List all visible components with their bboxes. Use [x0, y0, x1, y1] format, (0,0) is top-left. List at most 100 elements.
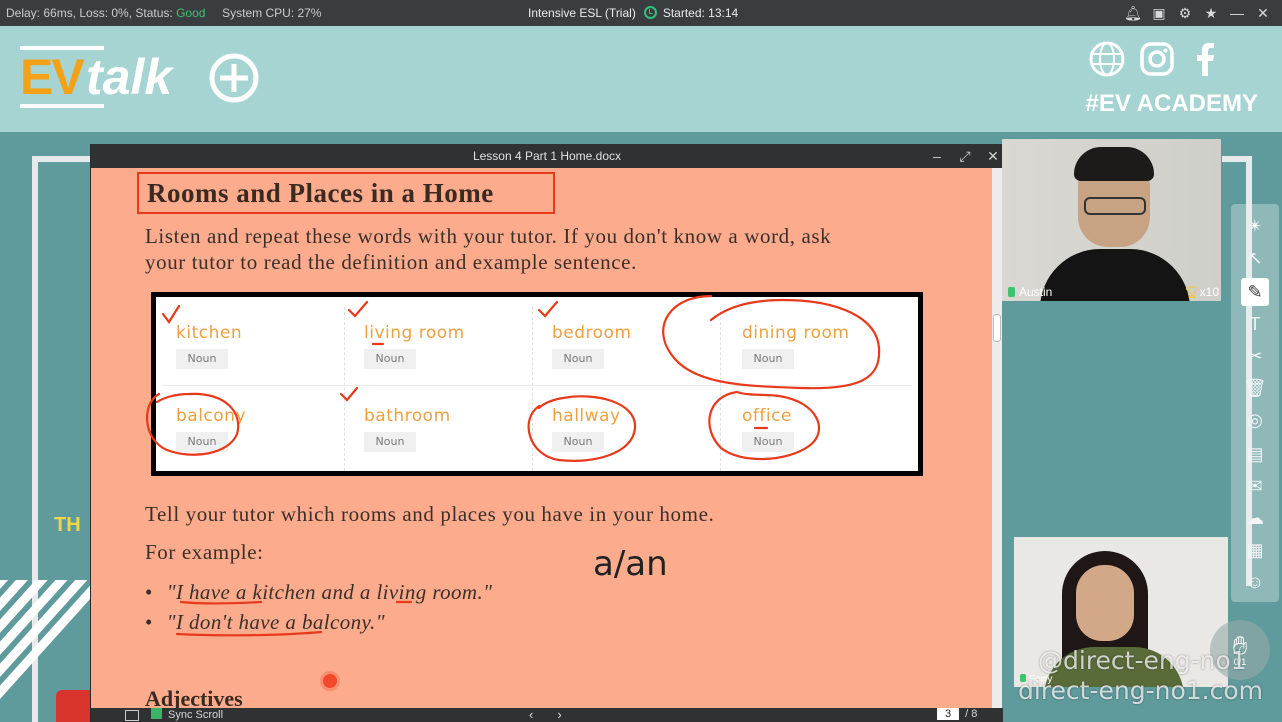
document-footer: Sync Scroll ‹› 3 / 8	[91, 707, 1003, 722]
chat-icon[interactable]: ✉	[1241, 472, 1269, 500]
whiteboard-toolbar: ✴ ↖ ✎ T ✂ 🗑︎ ◎ ▤ ✉ ☁ ▦ ☺	[1231, 204, 1279, 602]
vocab-item: kitchen Noun	[156, 297, 344, 379]
doc-close-icon[interactable]: ✕	[983, 144, 1003, 168]
for-example-label: For example:	[145, 540, 264, 564]
intro-line-1: Listen and repeat these words with your …	[145, 224, 832, 248]
started-time: Started: 13:14	[662, 6, 739, 20]
trophy-icon: 🏆︎	[1184, 285, 1200, 299]
intro-line-2: your tutor to read the definition and ex…	[145, 250, 637, 274]
vocabulary-grid: kitchen Noun living room Noun bedroom Noun …	[156, 297, 918, 471]
document-window[interactable]: Lesson 4 Part 1 Home.docx – ⤢ ✕ Rooms an…	[90, 144, 1003, 722]
trash-icon[interactable]: 🗑︎	[1241, 374, 1269, 402]
vocab-pos: Noun	[364, 349, 416, 369]
example-bullet: • "I have a kitchen and a living room."	[145, 580, 493, 604]
tell-text: Tell your tutor which rooms and places y…	[145, 502, 715, 526]
document-scrollbar[interactable]	[992, 168, 1002, 708]
vocab-item: dining room Noun	[722, 297, 910, 379]
tutor-video[interactable]: Austin 🏆︎x10	[1002, 139, 1221, 301]
vocab-pos: Noun	[742, 349, 794, 369]
www-icon[interactable]	[1088, 40, 1126, 78]
scroll-thumb[interactable]	[993, 314, 1001, 342]
example-sentence: "I don't have a balcony."	[166, 610, 385, 634]
next-page-icon[interactable]: ›	[557, 707, 585, 722]
trophy-badge: 🏆︎x10	[1184, 285, 1219, 299]
class-info: Intensive ESL (Trial) Started: 13:14	[528, 6, 738, 20]
bell-icon[interactable]: 🔔︎	[1124, 4, 1142, 22]
select-move-icon[interactable]: ↖	[1241, 244, 1269, 272]
document-title: Lesson 4 Part 1 Home.docx	[472, 149, 622, 163]
vocab-pos: Noun	[364, 432, 416, 452]
gear-icon[interactable]: ⚙	[1176, 4, 1194, 22]
record-icon[interactable]: ▣	[1150, 4, 1168, 22]
whiteboard-icon[interactable]: ▤	[1241, 440, 1269, 468]
vocab-word: dining room	[742, 323, 850, 343]
vocab-item: living room Noun	[344, 297, 532, 379]
tutor-figure	[1074, 147, 1154, 181]
pen-icon[interactable]: ✎	[1241, 278, 1269, 306]
instagram-icon[interactable]	[1138, 40, 1176, 78]
clock-icon	[643, 6, 657, 19]
vocab-item: office Noun	[722, 380, 910, 462]
watermark-text: @direct-eng-no1	[1038, 646, 1247, 675]
tutor-figure	[1084, 197, 1146, 215]
pin-icon[interactable]: ★	[1202, 4, 1220, 22]
vocab-word: living room	[364, 323, 465, 343]
window-controls: 🔔︎ ▣ ⚙ ★ — ✕	[1124, 4, 1272, 22]
evtalk-logo: EV talk	[20, 46, 270, 110]
document-heading: Rooms and Places in a Home	[137, 172, 555, 214]
vocab-pos: Noun	[742, 432, 794, 452]
vocab-pos: Noun	[552, 349, 604, 369]
doc-maximize-icon[interactable]: ⤢	[955, 144, 975, 168]
vocab-word: bathroom	[364, 406, 451, 426]
laser-pointer-icon[interactable]: ✴	[1241, 212, 1269, 240]
board-side-text: TH	[54, 514, 81, 536]
close-icon[interactable]: ✕	[1254, 4, 1272, 22]
audio-icon[interactable]: ◎	[1241, 406, 1269, 434]
vocab-word: bedroom	[552, 323, 632, 343]
fit-page-icon[interactable]	[125, 710, 139, 721]
users-icon[interactable]: ☺	[1241, 568, 1269, 596]
vocab-pos: Noun	[552, 432, 604, 452]
vocab-word: kitchen	[176, 323, 243, 343]
logo-talk: talk	[86, 49, 173, 105]
student-figure	[1076, 565, 1134, 641]
sync-scroll-label: Sync Scroll	[168, 709, 224, 721]
logo-bar-bottom	[20, 104, 104, 108]
vocab-word: office	[742, 406, 792, 426]
cpu-text: System CPU: 27%	[222, 6, 322, 20]
sync-scroll-toggle[interactable]: Sync Scroll	[151, 708, 223, 721]
vocab-word: hallway	[552, 406, 621, 426]
doc-minimize-icon[interactable]: –	[927, 144, 947, 168]
red-decoration	[56, 690, 92, 722]
academy-label: #EV ACADEMY	[1085, 90, 1258, 117]
header-banner: EV talk #EV ACADEMY	[0, 26, 1282, 132]
prev-page-icon[interactable]: ‹	[529, 707, 557, 722]
toolbox-icon[interactable]: ▦	[1241, 536, 1269, 564]
class-title: Intensive ESL (Trial)	[528, 6, 636, 20]
vocab-item: balcony Noun	[156, 380, 344, 462]
text-icon[interactable]: T	[1241, 310, 1269, 338]
delay-text: Delay: 66ms, Loss: 0%, Status:	[6, 6, 177, 20]
vocabulary-table: kitchen Noun living room Noun bedroom Noun …	[151, 292, 923, 476]
vocab-pos: Noun	[176, 432, 228, 452]
trophy-count: x10	[1199, 285, 1219, 299]
cloud-icon[interactable]: ☁	[1241, 504, 1269, 532]
status-bar: Delay: 66ms, Loss: 0%, Status: Good Syst…	[0, 0, 1282, 26]
page-indicator[interactable]: 3 / 8	[937, 708, 977, 720]
vocab-pos: Noun	[176, 349, 228, 369]
pen-cursor	[323, 674, 337, 688]
facebook-icon[interactable]	[1186, 40, 1224, 78]
checkbox-icon[interactable]	[151, 708, 162, 719]
document-titlebar[interactable]: Lesson 4 Part 1 Home.docx – ⤢ ✕	[91, 144, 1003, 168]
vocab-item: bedroom Noun	[532, 297, 720, 379]
scissors-icon[interactable]: ✂	[1241, 342, 1269, 370]
connection-status: Delay: 66ms, Loss: 0%, Status: Good Syst…	[6, 6, 321, 20]
watermark-text: direct-eng-no1.com	[1018, 676, 1263, 705]
page-current[interactable]: 3	[937, 708, 960, 720]
handwritten-note: a/an	[593, 544, 668, 584]
example-sentence: "I have a kitchen and a living room."	[166, 580, 493, 604]
status-value: Good	[176, 6, 206, 20]
page-nav[interactable]: ‹›	[529, 707, 586, 722]
vocab-item: hallway Noun	[532, 380, 720, 462]
minimize-icon[interactable]: —	[1228, 4, 1246, 22]
